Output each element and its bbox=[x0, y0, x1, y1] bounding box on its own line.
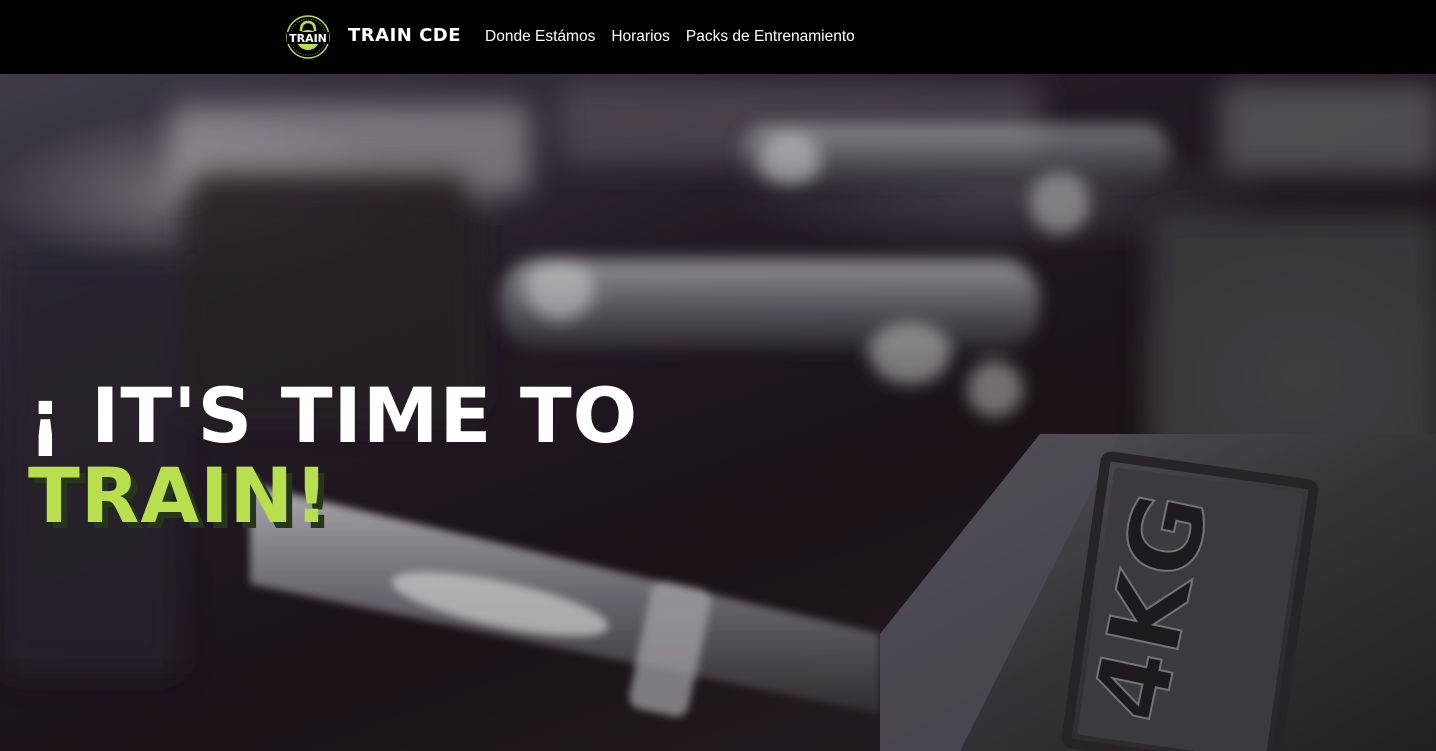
hero-headline: ¡ IT'S TIME TO TRAIN! bbox=[28, 374, 638, 537]
nav-link-donde-estamos[interactable]: Donde Estámos bbox=[485, 28, 595, 46]
nav-links: Donde Estámos Horarios Packs de Entrenam… bbox=[485, 28, 855, 46]
top-navbar: TRAIN TRAIN CDE Donde Estámos Horarios P… bbox=[0, 0, 1436, 74]
hero-banner: 4KG ¡ IT'S TIME TO TRAIN! bbox=[0, 74, 1436, 751]
logo-text: TRAIN bbox=[289, 32, 327, 45]
home-logo-link[interactable]: TRAIN TRAIN CDE bbox=[284, 13, 485, 61]
nav-link-horarios[interactable]: Horarios bbox=[611, 28, 670, 46]
nav-link-packs[interactable]: Packs de Entrenamiento bbox=[686, 28, 855, 46]
kettlebell-logo-icon: TRAIN bbox=[284, 13, 332, 61]
headline-line-1: ¡ IT'S TIME TO bbox=[28, 371, 639, 460]
brand-name[interactable]: TRAIN CDE bbox=[348, 25, 461, 46]
headline-line-2: TRAIN! bbox=[28, 450, 330, 540]
